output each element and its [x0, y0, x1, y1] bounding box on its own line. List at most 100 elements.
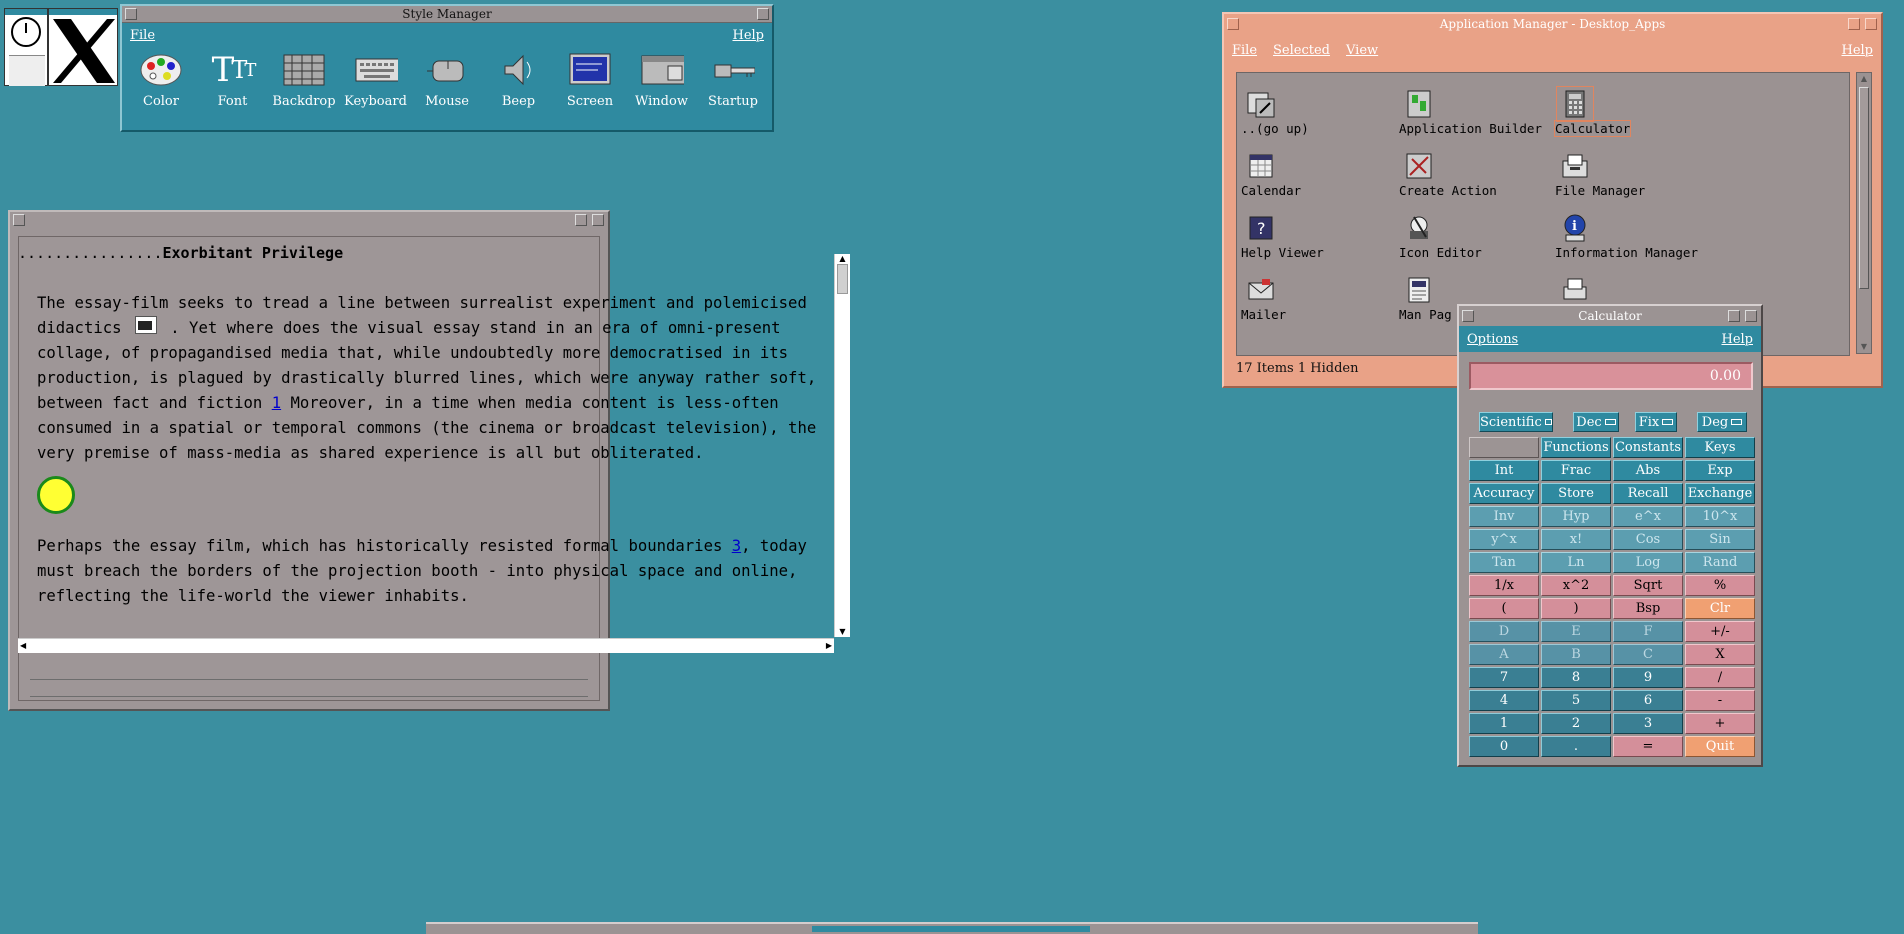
calc-key[interactable]: %: [1685, 575, 1755, 596]
maximize-button[interactable]: [1745, 310, 1757, 322]
x-logo-icon[interactable]: [48, 8, 118, 86]
scroll-left-arrow[interactable]: ◀: [20, 639, 26, 652]
app-item-information-manager[interactable]: i Information Manager: [1555, 211, 1698, 260]
calc-key[interactable]: 4: [1469, 690, 1539, 711]
window-menu-button[interactable]: [1227, 18, 1239, 30]
front-panel[interactable]: [426, 922, 1478, 934]
calc-key[interactable]: Hyp: [1541, 506, 1611, 527]
calc-key[interactable]: Frac: [1541, 460, 1611, 481]
calc-key[interactable]: E: [1541, 621, 1611, 642]
scroll-right-arrow[interactable]: ▶: [826, 639, 832, 652]
tool-window[interactable]: Window: [629, 50, 695, 128]
calc-key[interactable]: [1469, 437, 1539, 458]
app-item-mailer[interactable]: Mailer: [1241, 273, 1286, 322]
calc-key[interactable]: y^x: [1469, 529, 1539, 550]
calc-key[interactable]: Functions: [1541, 437, 1611, 458]
calc-key[interactable]: Sin: [1685, 529, 1755, 550]
calc-key[interactable]: ): [1541, 598, 1611, 619]
app-item-calendar[interactable]: Calendar: [1241, 149, 1301, 198]
minimize-button[interactable]: [1848, 18, 1860, 30]
calc-key[interactable]: -: [1685, 690, 1755, 711]
calculator-titlebar[interactable]: Calculator: [1459, 306, 1761, 326]
app-item-man-page[interactable]: Man Pag: [1399, 273, 1452, 322]
tool-startup[interactable]: Startup: [700, 50, 766, 128]
calc-key[interactable]: Int: [1469, 460, 1539, 481]
calc-key[interactable]: /: [1685, 667, 1755, 688]
calc-key[interactable]: Inv: [1469, 506, 1539, 527]
calc-key[interactable]: Abs: [1613, 460, 1683, 481]
scroll-thumb[interactable]: [837, 264, 848, 294]
tool-mouse[interactable]: Mouse: [414, 50, 480, 128]
horizontal-scrollbar[interactable]: ◀ ▶: [18, 638, 834, 653]
tool-backdrop[interactable]: Backdrop: [271, 50, 337, 128]
tool-font[interactable]: TTT Font: [200, 50, 266, 128]
calc-key[interactable]: 9: [1613, 667, 1683, 688]
style-manager-window[interactable]: Style Manager File Help Color TTT Font B…: [120, 4, 774, 132]
menu-file[interactable]: File: [130, 28, 155, 43]
calc-key[interactable]: Sqrt: [1613, 575, 1683, 596]
calc-key[interactable]: =: [1613, 736, 1683, 757]
calc-key[interactable]: 1/x: [1469, 575, 1539, 596]
app-item-application-builder[interactable]: Application Builder: [1399, 87, 1542, 136]
calc-key[interactable]: Clr: [1685, 598, 1755, 619]
scroll-down-arrow[interactable]: ▼: [835, 627, 850, 637]
calc-key[interactable]: Bsp: [1613, 598, 1683, 619]
calc-key[interactable]: e^x: [1613, 506, 1683, 527]
calc-key[interactable]: 7: [1469, 667, 1539, 688]
calc-key[interactable]: Rand: [1685, 552, 1755, 573]
calc-key[interactable]: Store: [1541, 483, 1611, 504]
calc-key[interactable]: Log: [1613, 552, 1683, 573]
window-menu-button[interactable]: [125, 8, 137, 20]
mode-scientific-menu[interactable]: Scientific: [1479, 412, 1553, 432]
style-manager-titlebar[interactable]: Style Manager: [122, 6, 772, 23]
maximize-button[interactable]: [1865, 18, 1877, 30]
window-menu-button[interactable]: [1462, 310, 1474, 322]
scroll-down-arrow[interactable]: ▼: [1857, 341, 1871, 353]
calc-key[interactable]: Cos: [1613, 529, 1683, 550]
help-viewer-titlebar[interactable]: [10, 212, 608, 230]
calc-key[interactable]: x^2: [1541, 575, 1611, 596]
app-item-file-manager[interactable]: File Manager: [1555, 149, 1645, 198]
calc-key[interactable]: 2: [1541, 713, 1611, 734]
calc-key[interactable]: Constants: [1613, 437, 1683, 458]
calc-key[interactable]: X: [1685, 644, 1755, 665]
app-item-icon-editor[interactable]: Icon Editor: [1399, 211, 1482, 260]
app-item-printer[interactable]: [1555, 273, 1593, 307]
calc-key[interactable]: Exchange: [1685, 483, 1755, 504]
calc-key[interactable]: +: [1685, 713, 1755, 734]
tool-color[interactable]: Color: [128, 50, 194, 128]
minimize-button[interactable]: [1728, 310, 1740, 322]
app-list-scrollbar[interactable]: ▲ ▼: [1856, 72, 1872, 354]
calc-key[interactable]: 6: [1613, 690, 1683, 711]
clock-icon[interactable]: [4, 8, 48, 86]
tool-keyboard[interactable]: Keyboard: [343, 50, 409, 128]
app-item-go-up[interactable]: ..(go up): [1241, 87, 1309, 136]
calc-key[interactable]: Keys: [1685, 437, 1755, 458]
scroll-thumb[interactable]: [1859, 87, 1869, 289]
calc-key[interactable]: Quit: [1685, 736, 1755, 757]
calc-key[interactable]: D: [1469, 621, 1539, 642]
menu-selected[interactable]: Selected: [1273, 43, 1330, 58]
minimize-button[interactable]: [757, 8, 769, 20]
calc-key[interactable]: x!: [1541, 529, 1611, 550]
footnote-link-1[interactable]: 1: [272, 394, 281, 412]
app-item-help-viewer[interactable]: ? Help Viewer: [1241, 211, 1324, 260]
menu-options[interactable]: Options: [1467, 332, 1518, 347]
calc-key[interactable]: C: [1613, 644, 1683, 665]
calc-key[interactable]: Ln: [1541, 552, 1611, 573]
menu-help[interactable]: Help: [1721, 332, 1753, 347]
window-menu-button[interactable]: [13, 214, 25, 226]
tool-screen[interactable]: Screen: [557, 50, 623, 128]
calc-key[interactable]: 0: [1469, 736, 1539, 757]
maximize-button[interactable]: [592, 214, 604, 226]
menu-help[interactable]: Help: [732, 28, 764, 43]
calc-key[interactable]: Tan: [1469, 552, 1539, 573]
minimize-button[interactable]: [575, 214, 587, 226]
calc-key[interactable]: 5: [1541, 690, 1611, 711]
scroll-up-arrow[interactable]: ▲: [1857, 73, 1871, 85]
app-manager-titlebar[interactable]: Application Manager - Desktop_Apps: [1224, 14, 1881, 34]
menu-file[interactable]: File: [1232, 43, 1257, 58]
calc-key[interactable]: .: [1541, 736, 1611, 757]
calc-key[interactable]: B: [1541, 644, 1611, 665]
calculator-window[interactable]: Calculator Options Help 0.00 Scientific …: [1457, 304, 1763, 767]
